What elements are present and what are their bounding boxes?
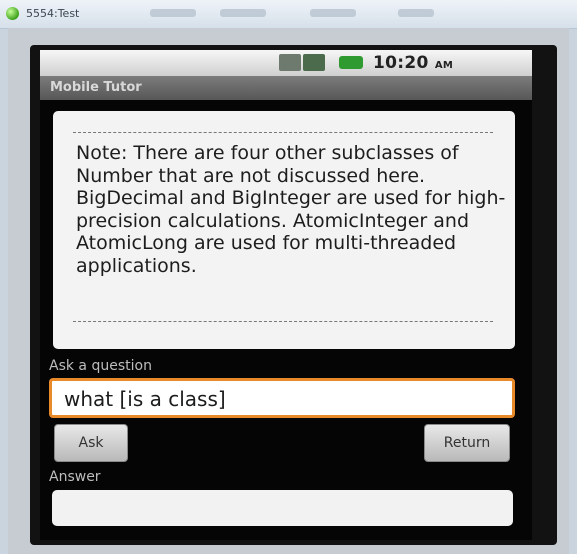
- titlebar-blurred-text: [310, 9, 356, 17]
- status-bar: 10:20 AM: [40, 50, 532, 76]
- emulator-window: 5554:Test 10:20 AM Mobile Tutor Note: Th…: [0, 0, 577, 554]
- app-title: Mobile Tutor: [50, 80, 142, 95]
- ask-button[interactable]: Ask: [54, 424, 128, 462]
- note-panel[interactable]: Note: There are four other subclasses of…: [53, 111, 515, 349]
- clock-ampm: AM: [434, 60, 454, 71]
- return-button[interactable]: Return: [424, 424, 510, 462]
- answer-label: Answer: [49, 469, 101, 485]
- emulator-app-icon: [6, 7, 19, 20]
- titlebar-blurred-text: [220, 9, 266, 17]
- status-clock: 10:20 AM: [373, 53, 453, 73]
- note-text: Note: There are four other subclasses of…: [76, 142, 506, 277]
- divider-dashed: [73, 132, 493, 133]
- window-titlebar: 5554:Test: [0, 0, 577, 29]
- question-input[interactable]: what [is a class]: [49, 378, 515, 418]
- signal-strength-icon: [303, 54, 325, 71]
- ask-question-label: Ask a question: [49, 358, 152, 374]
- app-content: Note: There are four other subclasses of…: [40, 100, 532, 540]
- phone-screen: 10:20 AM Mobile Tutor Note: There are fo…: [40, 50, 532, 540]
- data-transfer-icon: [279, 54, 301, 71]
- window-title: 5554:Test: [26, 7, 80, 20]
- clock-time: 10:20: [373, 53, 429, 73]
- divider-dashed: [73, 321, 493, 322]
- titlebar-blurred-text: [398, 9, 434, 17]
- titlebar-blurred-text: [150, 9, 196, 17]
- battery-icon: [339, 56, 363, 69]
- answer-field[interactable]: [52, 490, 513, 526]
- question-input-value: what [is a class]: [64, 387, 226, 411]
- app-title-bar: Mobile Tutor: [40, 76, 532, 100]
